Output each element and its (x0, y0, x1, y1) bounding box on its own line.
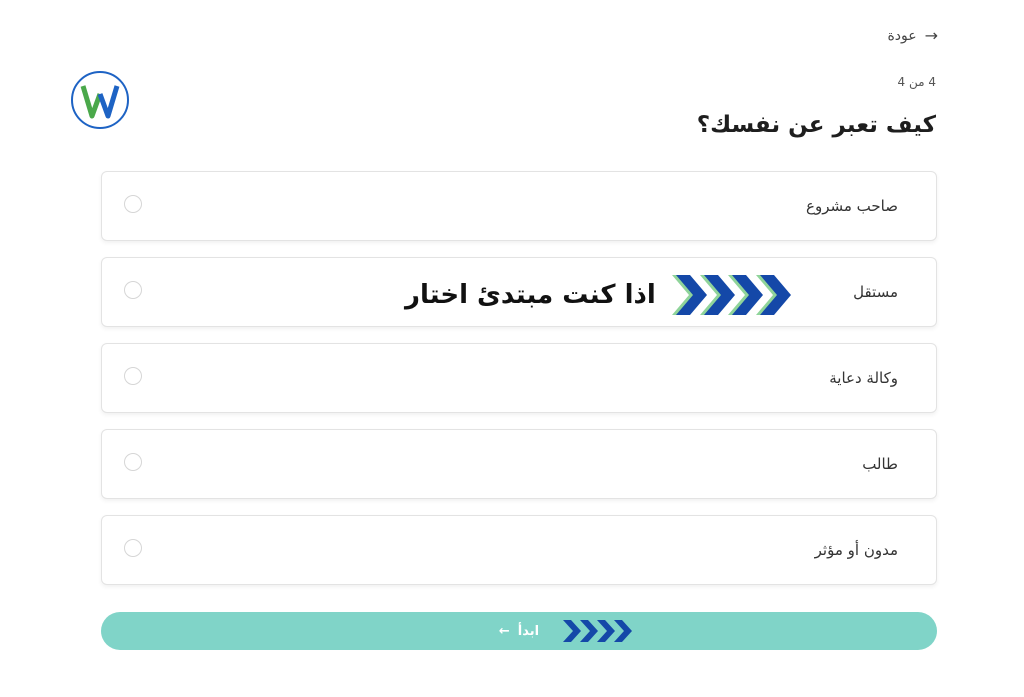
options-list: صاحب مشروع مستقل وكالة دعاية طالب مدون أ… (101, 171, 937, 601)
question-title: كيف تعبر عن نفسك؟ (696, 112, 936, 138)
option-student[interactable]: طالب (101, 429, 937, 499)
option-label: صاحب مشروع (806, 197, 898, 215)
back-link[interactable]: → عودة (887, 26, 938, 45)
option-agency[interactable]: وكالة دعاية (101, 343, 937, 413)
w-logo-icon (71, 71, 129, 129)
radio-button[interactable] (124, 453, 142, 471)
start-label: ابدأ (517, 623, 540, 639)
back-label: عودة (887, 28, 917, 44)
option-label: مدون أو مؤثر (814, 541, 898, 559)
option-label: مستقل (853, 283, 898, 301)
step-indicator: 4 من 4 (897, 75, 936, 89)
annotation-text: اذا كنت مبتدئ اختار (405, 280, 656, 310)
option-blogger[interactable]: مدون أو مؤثر (101, 515, 937, 585)
beginner-annotation: اذا كنت مبتدئ اختار (405, 271, 825, 319)
radio-button[interactable] (124, 195, 142, 213)
radio-button[interactable] (124, 539, 142, 557)
chevrons-right-icon (563, 620, 632, 642)
start-button-content: ابدأ ← (499, 624, 539, 639)
option-label: وكالة دعاية (829, 369, 898, 387)
radio-button[interactable] (124, 367, 142, 385)
arrow-left-icon: ← (498, 623, 510, 639)
radio-button[interactable] (124, 281, 142, 299)
option-label: طالب (862, 455, 898, 473)
onboarding-page: → عودة 4 من 4 كيف تعبر عن نفسك؟ صاحب مشر… (0, 0, 1024, 697)
start-button[interactable]: ابدأ ← (101, 612, 937, 650)
arrow-right-icon: → (924, 26, 938, 45)
option-business-owner[interactable]: صاحب مشروع (101, 171, 937, 241)
chevrons-right-icon (671, 275, 791, 315)
